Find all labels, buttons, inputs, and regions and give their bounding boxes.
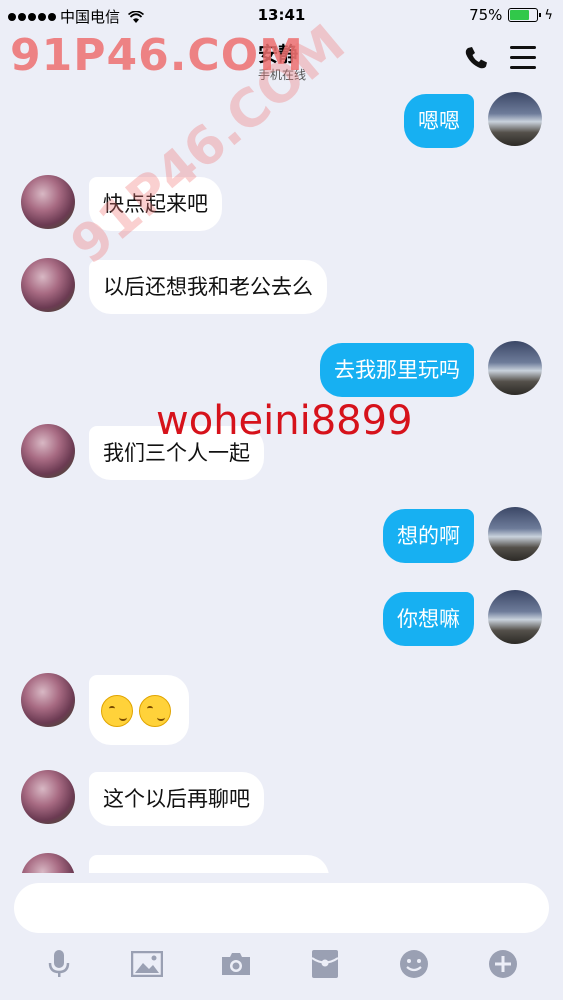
site-watermark: 91P46.COM xyxy=(10,30,304,81)
center-watermark: woheini8899 xyxy=(156,398,413,444)
status-bar: 中国电信 13:41 75% ϟ xyxy=(0,0,563,30)
phone-call-icon[interactable] xyxy=(462,44,490,72)
contact-avatar[interactable] xyxy=(21,673,75,727)
microphone-icon[interactable] xyxy=(42,947,76,981)
message-row-partial xyxy=(0,853,563,873)
grin-emoji-icon xyxy=(139,695,171,727)
red-packet-icon[interactable] xyxy=(308,947,342,981)
message-bubble-outgoing[interactable]: 想的啊 xyxy=(383,509,474,563)
contact-avatar[interactable] xyxy=(21,424,75,478)
message-row: 想的啊 xyxy=(0,507,563,567)
my-avatar[interactable] xyxy=(488,507,542,561)
contact-avatar[interactable] xyxy=(21,853,75,873)
menu-icon[interactable] xyxy=(510,46,536,70)
message-bubble-incoming[interactable]: 这个以后再聊吧 xyxy=(89,772,264,826)
message-row: 你想嘛 xyxy=(0,590,563,650)
message-list[interactable]: 嗯嗯 快点起来吧 以后还想我和老公去么 去我那里玩吗 我们三个人一起 想的啊 你… xyxy=(0,88,563,873)
toolbar xyxy=(0,947,563,983)
charging-icon: ϟ xyxy=(544,7,553,23)
message-bubble-outgoing[interactable]: 去我那里玩吗 xyxy=(320,343,474,397)
my-avatar[interactable] xyxy=(488,590,542,644)
message-input[interactable] xyxy=(14,883,549,933)
message-row: 去我那里玩吗 xyxy=(0,341,563,401)
emoji-icon[interactable] xyxy=(397,947,431,981)
contact-avatar[interactable] xyxy=(21,258,75,312)
message-bubble-incoming[interactable] xyxy=(89,675,189,745)
my-avatar[interactable] xyxy=(488,341,542,395)
contact-avatar[interactable] xyxy=(21,770,75,824)
message-bubble-incoming[interactable]: 以后还想我和老公去么 xyxy=(89,260,327,314)
message-bubble-incoming[interactable] xyxy=(89,855,329,873)
message-row xyxy=(0,673,563,747)
battery-percent: 75% xyxy=(469,6,503,24)
contact-avatar[interactable] xyxy=(21,175,75,229)
grin-emoji-icon xyxy=(101,695,133,727)
input-bar xyxy=(0,873,563,1000)
camera-icon[interactable] xyxy=(219,947,253,981)
message-row: 这个以后再聊吧 xyxy=(0,770,563,830)
plus-icon[interactable] xyxy=(486,947,520,981)
message-bubble-outgoing[interactable]: 嗯嗯 xyxy=(404,94,474,148)
image-icon[interactable] xyxy=(130,947,164,981)
my-avatar[interactable] xyxy=(488,92,542,146)
battery-icon xyxy=(508,8,542,22)
message-row: 以后还想我和老公去么 xyxy=(0,258,563,318)
message-bubble-outgoing[interactable]: 你想嘛 xyxy=(383,592,474,646)
